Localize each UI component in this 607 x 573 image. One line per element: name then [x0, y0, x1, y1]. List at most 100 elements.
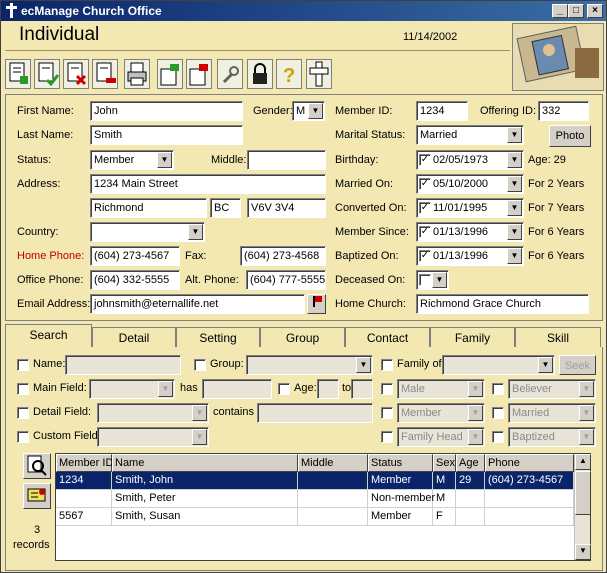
chevron-down-icon[interactable]: ▼: [538, 357, 553, 373]
tab-detail[interactable]: Detail: [92, 327, 176, 348]
chevron-down-icon[interactable]: ▼: [188, 224, 203, 240]
family-of-checkbox[interactable]: [381, 359, 393, 371]
remove-record-icon[interactable]: [92, 59, 118, 89]
name-checkbox[interactable]: [17, 359, 29, 371]
baptized-on-picker[interactable]: ✓ 01/13/1996 ▼: [416, 246, 524, 266]
results-grid[interactable]: Member ID Name Middle Status Sex Age Pho…: [55, 453, 591, 561]
status-select[interactable]: Member ▼: [90, 150, 174, 170]
save-record-icon[interactable]: [34, 59, 60, 89]
title-bar[interactable]: ecManage Church Office _ □ ×: [1, 1, 606, 21]
tab-search[interactable]: Search: [5, 324, 92, 348]
chevron-down-icon[interactable]: ▼: [157, 152, 172, 168]
offering-id-input[interactable]: 332: [538, 101, 589, 121]
membership-select[interactable]: Member ▼: [397, 403, 485, 423]
delete-record-icon[interactable]: [63, 59, 89, 89]
age-from-input[interactable]: [317, 379, 339, 399]
home-church-input[interactable]: Richmond Grace Church: [416, 294, 589, 314]
chevron-down-icon[interactable]: ▼: [158, 381, 173, 397]
chevron-down-icon[interactable]: ▼: [507, 176, 522, 192]
tab-family[interactable]: Family: [430, 327, 515, 348]
maximize-button[interactable]: □: [568, 4, 584, 18]
detail-field-checkbox[interactable]: [17, 407, 29, 419]
membership-checkbox[interactable]: [381, 407, 393, 419]
chevron-down-icon[interactable]: ▼: [356, 357, 371, 373]
scroll-thumb[interactable]: [575, 471, 591, 515]
birthday-picker[interactable]: ✓ 02/05/1973 ▼: [416, 150, 524, 170]
search-records-button[interactable]: [23, 453, 51, 479]
chevron-down-icon[interactable]: ▼: [507, 248, 522, 264]
member-since-picker[interactable]: ✓ 01/13/1996 ▼: [416, 222, 524, 242]
photo-button[interactable]: Photo: [549, 125, 591, 147]
age-to-input[interactable]: [351, 379, 373, 399]
home-phone-input[interactable]: (604) 273-4567: [90, 246, 180, 266]
record-card-button[interactable]: [23, 483, 51, 509]
detail-field-select[interactable]: ▼: [97, 403, 209, 423]
office-phone-input[interactable]: (604) 332-5555: [90, 270, 180, 290]
chevron-down-icon[interactable]: ▼: [579, 381, 594, 397]
middle-input[interactable]: [247, 150, 326, 170]
col-middle[interactable]: Middle: [298, 454, 368, 472]
email-input[interactable]: johnsmith@eternallife.net: [90, 294, 305, 314]
believer-select[interactable]: Believer ▼: [508, 379, 596, 399]
marital-search-select[interactable]: Married ▼: [508, 403, 596, 423]
col-member-id[interactable]: Member ID: [56, 454, 113, 472]
family-head-checkbox[interactable]: [381, 431, 393, 443]
has-input[interactable]: [202, 379, 272, 399]
scroll-up-arrow-icon[interactable]: ▲: [575, 454, 591, 470]
main-field-select[interactable]: ▼: [89, 379, 175, 399]
col-sex[interactable]: Sex: [433, 454, 456, 472]
province-input[interactable]: BC: [210, 198, 241, 218]
group-checkbox[interactable]: [194, 359, 206, 371]
alt-phone-input[interactable]: (604) 777-5555: [246, 270, 326, 290]
tab-contact[interactable]: Contact: [345, 327, 430, 348]
scroll-down-arrow-icon[interactable]: ▼: [575, 544, 591, 560]
chevron-down-icon[interactable]: ▼: [468, 381, 483, 397]
address-input[interactable]: 1234 Main Street: [90, 174, 326, 194]
cross-icon[interactable]: [306, 59, 332, 89]
contains-input[interactable]: [257, 403, 373, 423]
col-name[interactable]: Name: [112, 454, 298, 472]
country-select[interactable]: ▼: [90, 222, 205, 242]
seek-button[interactable]: Seek: [559, 355, 596, 375]
main-field-checkbox[interactable]: [17, 383, 29, 395]
lock-icon[interactable]: [247, 59, 273, 89]
member-id-input[interactable]: 1234: [416, 101, 468, 121]
group-select[interactable]: ▼: [246, 355, 373, 375]
fax-input[interactable]: (604) 273-4568: [240, 246, 326, 266]
custom-field-select[interactable]: ▼: [97, 427, 209, 447]
family-of-select[interactable]: ▼: [442, 355, 555, 375]
col-status[interactable]: Status: [368, 454, 433, 472]
import-icon[interactable]: [157, 59, 183, 89]
married-on-checkbox[interactable]: ✓: [419, 178, 431, 190]
deceased-on-checkbox[interactable]: [419, 274, 431, 286]
chevron-down-icon[interactable]: ▼: [579, 405, 594, 421]
postal-code-input[interactable]: V6V 3V4: [247, 198, 326, 218]
first-name-input[interactable]: John: [90, 101, 243, 121]
chevron-down-icon[interactable]: ▼: [507, 200, 522, 216]
sex-select[interactable]: Male ▼: [397, 379, 485, 399]
baptized-checkbox[interactable]: [492, 431, 504, 443]
tab-setting[interactable]: Setting: [176, 327, 260, 348]
chevron-down-icon[interactable]: ▼: [192, 429, 207, 445]
marital-checkbox[interactable]: [492, 407, 504, 419]
believer-checkbox[interactable]: [492, 383, 504, 395]
col-phone[interactable]: Phone: [485, 454, 574, 472]
chevron-down-icon[interactable]: ▼: [468, 405, 483, 421]
chevron-down-icon[interactable]: ▼: [192, 405, 207, 421]
gender-select[interactable]: M ▼: [292, 101, 325, 121]
chevron-down-icon[interactable]: ▼: [468, 429, 483, 445]
chevron-down-icon[interactable]: ▼: [579, 429, 594, 445]
export-icon[interactable]: [186, 59, 212, 89]
tools-icon[interactable]: [217, 59, 243, 89]
birthday-checkbox[interactable]: ✓: [419, 154, 431, 166]
baptized-on-checkbox[interactable]: ✓: [419, 250, 431, 262]
chevron-down-icon[interactable]: ▼: [308, 103, 323, 119]
send-email-button[interactable]: [307, 294, 326, 314]
close-button[interactable]: ×: [587, 4, 603, 18]
baptized-search-select[interactable]: Baptized ▼: [508, 427, 596, 447]
help-icon[interactable]: ?: [276, 59, 302, 89]
sex-checkbox[interactable]: [381, 383, 393, 395]
city-input[interactable]: Richmond: [90, 198, 207, 218]
vertical-scrollbar[interactable]: ▲ ▼: [574, 454, 591, 560]
minimize-button[interactable]: _: [552, 4, 568, 18]
